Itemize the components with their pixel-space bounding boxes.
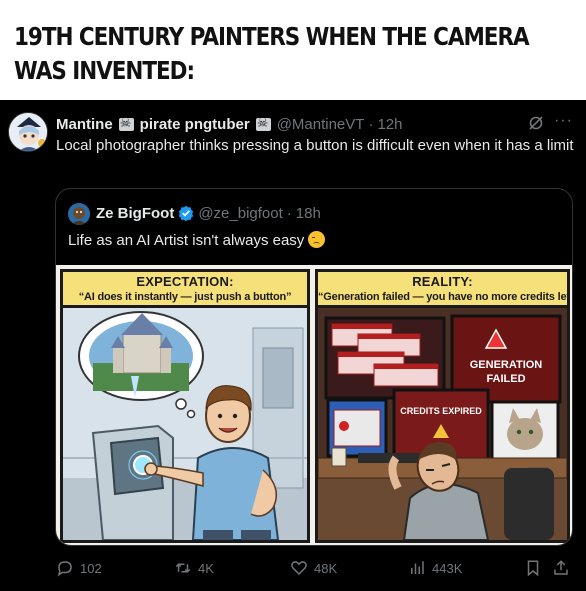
bookmark-button[interactable] (524, 557, 542, 579)
separator-dot: · (286, 204, 292, 222)
expectation-subtitle: “AI does it instantly — just push a butt… (78, 291, 292, 303)
reply-button[interactable]: 102 (56, 557, 102, 579)
views-icon (411, 561, 424, 574)
quote-author-row: Ze BigFoot @ze_bigfoot · 18h (96, 203, 321, 223)
tweet-text: Local photographer thinks pressing a but… (56, 137, 574, 154)
comic-image[interactable]: EXPECTATION: “AI does it instantly — jus… (56, 265, 572, 545)
heart-icon (291, 561, 307, 576)
more-dots-icon[interactable]: ··· (554, 112, 573, 130)
repost-button[interactable]: 4K (174, 557, 214, 579)
like-count: 48K (314, 560, 338, 576)
repost-icon (175, 563, 191, 573)
reality-title: REALITY: (412, 274, 473, 289)
meme-caption: 19TH CENTURY PAINTERS WHEN THE CAMERA WA… (0, 0, 586, 100)
share-icon (554, 560, 568, 575)
reality-scene: GENERATION FAILED CREDITS EXPIRED (318, 308, 567, 540)
quoted-tweet[interactable]: Ze BigFoot @ze_bigfoot · 18h Life as an … (55, 188, 573, 546)
author-handle[interactable]: @MantineVT (277, 116, 365, 133)
reply-icon (57, 561, 72, 577)
caption-text: 19TH CENTURY PAINTERS WHEN THE CAMERA WA… (14, 22, 530, 85)
repost-count: 4K (198, 560, 214, 576)
tweet-action-bar: 102 4K 48K 443K (0, 557, 586, 581)
bookmark-icon (527, 560, 539, 577)
quote-author-name[interactable]: Ze BigFoot (96, 205, 174, 222)
comic-panel-reality: REALITY: “Generation failed — you have n… (315, 269, 570, 543)
like-button[interactable]: 48K (290, 557, 337, 579)
quote-text: Life as an AI Artist isn't always easy (68, 232, 305, 249)
generation-failed-line1: GENERATION (470, 359, 543, 371)
author-row: Mantine pirate pngtuber @MantineVT · 12h (56, 114, 402, 134)
author-avatar[interactable] (8, 112, 48, 152)
expectation-scene (63, 308, 307, 540)
expectation-banner: EXPECTATION: “AI does it instantly — jus… (63, 272, 307, 308)
views-count: 443K (432, 560, 463, 576)
grok-icon[interactable] (528, 115, 544, 131)
verified-badge-icon (179, 205, 194, 221)
generation-failed-line2: FAILED (486, 373, 525, 385)
quote-author-handle[interactable]: @ze_bigfoot (198, 205, 282, 222)
reality-banner: REALITY: “Generation failed — you have n… (318, 272, 567, 308)
tweet-card[interactable]: Mantine pirate pngtuber @MantineVT · 12h… (0, 100, 586, 591)
tweet-timestamp[interactable]: 12h (377, 116, 402, 133)
pensive-face-emoji (308, 231, 326, 248)
reply-count: 102 (80, 560, 102, 576)
views-button[interactable]: 443K (408, 557, 462, 579)
quote-timestamp[interactable]: 18h (296, 205, 321, 222)
author-name-suffix[interactable]: pirate pngtuber (140, 116, 250, 133)
author-name[interactable]: Mantine (56, 116, 113, 133)
separator-dot: · (368, 115, 374, 133)
reality-subtitle: “Generation failed — you have no more cr… (318, 291, 570, 303)
expectation-title: EXPECTATION: (136, 274, 234, 289)
credits-expired-label: CREDITS EXPIRED (400, 406, 482, 416)
share-button[interactable] (552, 557, 570, 579)
skull-flag-icon (255, 115, 271, 131)
comic-panel-expectation: EXPECTATION: “AI does it instantly — jus… (60, 269, 310, 543)
skull-flag-icon (118, 115, 134, 131)
quote-text-row: Life as an AI Artist isn't always easy (68, 231, 326, 251)
quote-author-avatar[interactable] (68, 203, 90, 225)
